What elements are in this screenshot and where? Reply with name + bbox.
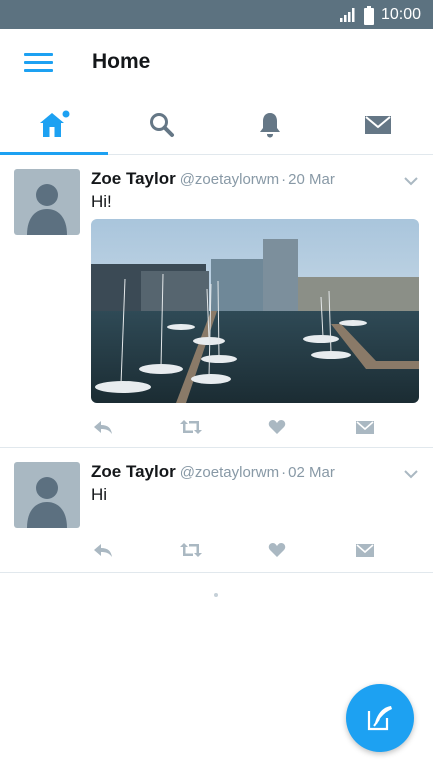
tweet-author-handle[interactable]: @zoetaylorwm bbox=[180, 171, 279, 188]
tab-home[interactable] bbox=[0, 95, 108, 155]
like-button[interactable] bbox=[265, 417, 289, 437]
default-avatar-icon bbox=[27, 477, 67, 528]
tweet-date: 20 Mar bbox=[288, 171, 335, 188]
tweet-item[interactable]: Zoe Taylor @zoetaylorwm · 02 Mar Hi bbox=[0, 448, 433, 573]
reply-icon bbox=[94, 544, 112, 557]
compose-tweet-button[interactable] bbox=[346, 684, 414, 752]
avatar[interactable] bbox=[14, 169, 80, 235]
harbor-photo bbox=[91, 219, 419, 403]
tweet-text: Hi bbox=[91, 485, 108, 504]
avatar[interactable] bbox=[14, 462, 80, 528]
status-time: 10:00 bbox=[380, 6, 421, 23]
home-icon bbox=[40, 110, 70, 137]
direct-message-button[interactable] bbox=[353, 417, 377, 437]
reply-button[interactable] bbox=[91, 417, 115, 437]
heart-icon bbox=[268, 420, 286, 434]
tab-messages[interactable] bbox=[324, 95, 432, 154]
retweet-button[interactable] bbox=[179, 417, 203, 437]
tab-notifications[interactable] bbox=[216, 95, 324, 154]
signal-icon bbox=[339, 8, 355, 22]
status-indicators: 10:00 bbox=[339, 5, 421, 25]
tweet-separator: · bbox=[281, 171, 287, 188]
tweet-separator: · bbox=[281, 464, 287, 481]
tweet-actions bbox=[91, 417, 391, 437]
tweet-author-name[interactable]: Zoe Taylor bbox=[91, 462, 176, 481]
bell-icon bbox=[260, 112, 280, 137]
tweet-header: Zoe Taylor @zoetaylorwm · 20 Mar bbox=[91, 169, 335, 191]
tweet-item[interactable]: Zoe Taylor @zoetaylorwm · 20 Mar Hi! bbox=[0, 155, 433, 448]
tweet-text: Hi! bbox=[91, 192, 112, 211]
chevron-down-icon[interactable] bbox=[403, 175, 419, 187]
chevron-down-icon[interactable] bbox=[403, 468, 419, 480]
compose-icon bbox=[367, 706, 392, 731]
like-button[interactable] bbox=[265, 540, 289, 560]
tweet-author-handle[interactable]: @zoetaylorwm bbox=[180, 464, 279, 481]
tweet-header: Zoe Taylor @zoetaylorwm · 02 Mar bbox=[91, 462, 335, 484]
default-avatar-icon bbox=[27, 184, 67, 235]
menu-icon[interactable] bbox=[24, 52, 54, 74]
tab-search[interactable] bbox=[108, 95, 216, 154]
reply-button[interactable] bbox=[91, 540, 115, 560]
search-icon bbox=[150, 112, 174, 137]
mail-icon bbox=[356, 544, 374, 557]
tweet-media-image[interactable] bbox=[91, 219, 419, 403]
battery-icon bbox=[363, 5, 374, 25]
direct-message-button[interactable] bbox=[353, 540, 377, 560]
mail-icon bbox=[365, 115, 391, 134]
heart-icon bbox=[268, 543, 286, 557]
loading-indicator bbox=[214, 593, 218, 597]
reply-icon bbox=[94, 421, 112, 434]
tweet-author-name[interactable]: Zoe Taylor bbox=[91, 169, 176, 188]
page-title: Home bbox=[92, 50, 151, 73]
tweet-date: 02 Mar bbox=[288, 464, 335, 481]
mail-icon bbox=[356, 421, 374, 434]
retweet-icon bbox=[180, 543, 202, 557]
tweet-actions bbox=[91, 540, 391, 560]
retweet-icon bbox=[180, 420, 202, 434]
tab-bar bbox=[0, 95, 433, 155]
retweet-button[interactable] bbox=[179, 540, 203, 560]
status-bar: 10:00 bbox=[0, 0, 433, 29]
app-bar: Home bbox=[0, 29, 433, 95]
